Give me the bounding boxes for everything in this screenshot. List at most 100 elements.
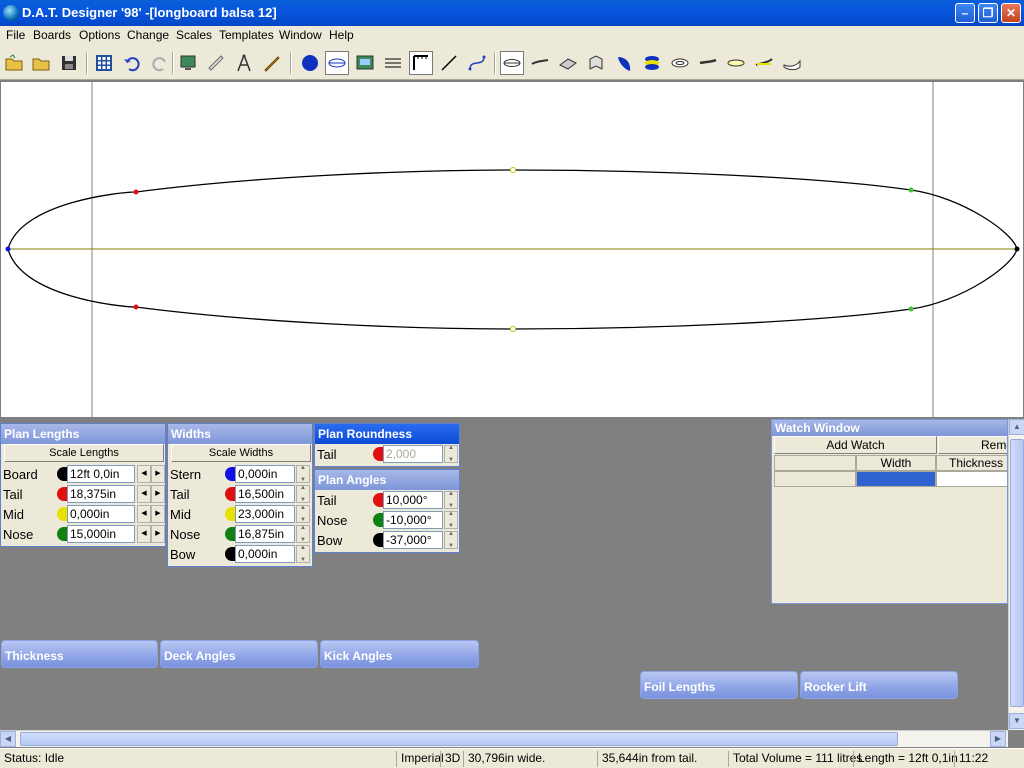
board-plan-icon[interactable] (500, 51, 524, 75)
line-tool-icon[interactable] (437, 51, 461, 75)
monitor-icon[interactable] (176, 51, 200, 75)
menu-templates[interactable]: Templates (219, 28, 274, 42)
drawing-canvas[interactable] (0, 81, 1024, 418)
mid-width-field[interactable]: 23,000in (235, 505, 295, 523)
pencil-icon[interactable] (260, 51, 284, 75)
increment-arrow-icon[interactable]: ▶ (151, 505, 165, 523)
menu-help[interactable]: Help (329, 28, 354, 42)
tail-length-field[interactable]: 18,375in (67, 485, 135, 503)
scale-lengths-button[interactable]: Scale Lengths (4, 444, 164, 462)
app-globe-icon[interactable] (3, 5, 19, 21)
tail-point-top[interactable] (133, 189, 139, 195)
deck-angles-panel[interactable]: Deck Angles (160, 640, 318, 668)
scroll-up-icon[interactable]: ▲ (1009, 419, 1024, 435)
curve-tool-icon[interactable] (465, 51, 489, 75)
picture-icon[interactable] (353, 51, 377, 75)
outline-view-icon[interactable] (325, 51, 349, 75)
menu-options[interactable]: Options (79, 28, 120, 42)
thickness-panel[interactable]: Thickness (1, 640, 158, 668)
tail-width-field[interactable]: 16,500in (235, 485, 295, 503)
spinner[interactable] (296, 485, 310, 503)
remove-watch-button[interactable]: Remo (938, 436, 1007, 454)
menu-file[interactable]: File (6, 28, 25, 42)
board-length-field[interactable]: 12ft 0,0in (67, 465, 135, 483)
minimize-button[interactable]: – (955, 3, 975, 23)
stern-point[interactable] (5, 246, 11, 252)
grid-icon[interactable] (409, 51, 433, 75)
tail-roundness-field[interactable]: 2,000 (383, 445, 443, 463)
spinner[interactable] (444, 531, 458, 549)
watch-window-title[interactable]: Watch Window (772, 420, 1007, 436)
spinner[interactable] (444, 491, 458, 509)
watch-col-width[interactable]: Width (856, 455, 936, 471)
menu-scales[interactable]: Scales (176, 28, 212, 42)
open-folder-icon[interactable] (29, 51, 53, 75)
watch-cell-thickness[interactable] (936, 471, 1007, 487)
deck-icon[interactable] (724, 51, 748, 75)
kick-angles-panel[interactable]: Kick Angles (320, 640, 479, 668)
horizontal-scrollbar[interactable]: ◀ ▶ (0, 730, 1008, 747)
new-board-icon[interactable] (2, 51, 26, 75)
spinner[interactable] (444, 445, 458, 463)
vertical-scroll-thumb[interactable] (1010, 439, 1024, 707)
board-outline-icon[interactable] (668, 51, 692, 75)
undo-icon[interactable] (120, 51, 144, 75)
plan-angles-title[interactable]: Plan Angles (315, 470, 459, 490)
foil-lengths-panel[interactable]: Foil Lengths (640, 671, 798, 699)
fin-icon[interactable] (612, 51, 636, 75)
nose-point-bottom[interactable] (908, 306, 914, 312)
tail-point-bottom[interactable] (133, 304, 139, 310)
board-3d-icon[interactable] (556, 51, 580, 75)
layers-icon[interactable] (640, 51, 664, 75)
plan-view-icon[interactable] (298, 51, 322, 75)
bow-point[interactable] (1014, 246, 1020, 252)
nose-point-top[interactable] (908, 187, 914, 193)
scale-widths-button[interactable]: Scale Widths (171, 444, 311, 462)
spinner[interactable] (296, 465, 310, 483)
grid-lines-icon[interactable] (381, 51, 405, 75)
foil-icon[interactable] (780, 51, 804, 75)
decrement-arrow-icon[interactable]: ◀ (137, 525, 151, 543)
menu-change[interactable]: Change (127, 28, 169, 42)
spinner[interactable] (296, 525, 310, 543)
watch-cell-width-selected[interactable] (856, 471, 936, 487)
bow-width-field[interactable]: 0,000in (235, 545, 295, 563)
spinner[interactable] (296, 545, 310, 563)
increment-arrow-icon[interactable]: ▶ (151, 465, 165, 483)
vertical-scrollbar[interactable]: ▲ ▼ (1008, 419, 1024, 730)
watch-col-thickness[interactable]: Thickness (936, 455, 1007, 471)
add-watch-button[interactable]: Add Watch (774, 436, 937, 454)
spinner[interactable] (444, 511, 458, 529)
increment-arrow-icon[interactable]: ▶ (151, 525, 165, 543)
calculator-icon[interactable] (92, 51, 116, 75)
mid-point-bottom[interactable] (510, 326, 516, 332)
board-section-icon[interactable] (584, 51, 608, 75)
menu-window[interactable]: Window (279, 28, 322, 42)
compass-icon[interactable] (232, 51, 256, 75)
nose-angle-field[interactable]: -10,000° (383, 511, 443, 529)
stern-width-field[interactable]: 0,000in (235, 465, 295, 483)
nose-length-field[interactable]: 15,000in (67, 525, 135, 543)
tail-angle-field[interactable]: 10,000° (383, 491, 443, 509)
spinner[interactable] (296, 505, 310, 523)
ruler-icon[interactable] (204, 51, 228, 75)
mid-point-top[interactable] (510, 167, 516, 173)
scroll-left-icon[interactable]: ◀ (0, 731, 16, 747)
scroll-right-icon[interactable]: ▶ (990, 731, 1006, 747)
restore-button[interactable]: ❐ (978, 3, 998, 23)
plan-roundness-title[interactable]: Plan Roundness (315, 424, 459, 444)
increment-arrow-icon[interactable]: ▶ (151, 485, 165, 503)
rocker-icon[interactable] (752, 51, 776, 75)
widths-title[interactable]: Widths (168, 424, 312, 444)
scroll-down-icon[interactable]: ▼ (1009, 713, 1024, 729)
rocker-lift-panel[interactable]: Rocker Lift (800, 671, 958, 699)
board-profile-icon[interactable] (528, 51, 552, 75)
nose-width-field[interactable]: 16,875in (235, 525, 295, 543)
menu-boards[interactable]: Boards (33, 28, 71, 42)
plan-lengths-title[interactable]: Plan Lengths (1, 424, 165, 444)
close-button[interactable]: ✕ (1001, 3, 1021, 23)
horizontal-scroll-thumb[interactable] (20, 732, 898, 746)
board-side-icon[interactable] (696, 51, 720, 75)
bow-angle-field[interactable]: -37,000° (383, 531, 443, 549)
save-icon[interactable] (57, 51, 81, 75)
